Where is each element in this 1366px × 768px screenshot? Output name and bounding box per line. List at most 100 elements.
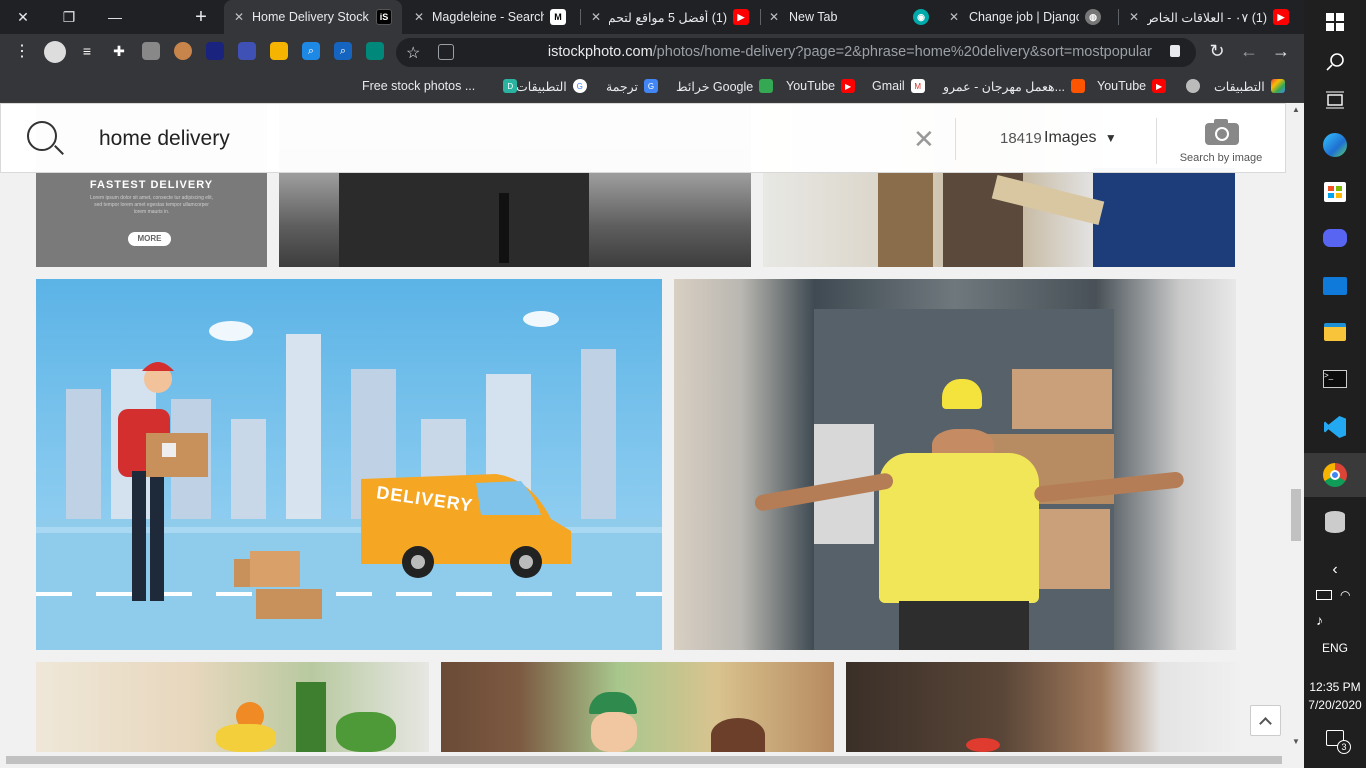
cookie-icon[interactable] — [174, 42, 192, 60]
taskbar-store[interactable] — [1304, 170, 1366, 214]
horizontal-scroll-thumb[interactable] — [6, 756, 1282, 764]
extension-icon[interactable] — [142, 42, 160, 60]
reload-icon[interactable]: ↻ — [1208, 41, 1226, 61]
vertical-scrollbar[interactable]: ▲ ▼ — [1288, 103, 1304, 752]
show-hidden-icons-button[interactable]: ‹ — [1304, 550, 1366, 590]
scroll-up-arrow-icon[interactable]: ▲ — [1292, 105, 1300, 114]
bookmark-apps[interactable]: التطبيقات — [1214, 76, 1285, 96]
close-tab-icon[interactable]: ✕ — [765, 10, 783, 24]
tab-home-delivery[interactable]: ✕ Home Delivery Stock iS — [224, 0, 402, 34]
terminal-icon: >_ — [1323, 370, 1347, 388]
tab-magdeleine[interactable]: ✕ Magdeleine - Search M — [402, 0, 578, 34]
image-result-delivery-illustration[interactable]: DELIVERY — [36, 279, 662, 650]
close-window-button[interactable]: ✕ — [0, 0, 46, 34]
search-input[interactable] — [97, 124, 797, 154]
taskbar-mail[interactable] — [1304, 264, 1366, 308]
translate-icon: G — [644, 79, 659, 93]
tab-label: Magdeleine - Search — [432, 10, 544, 24]
task-view-button[interactable] — [1304, 78, 1366, 122]
media-control-icon[interactable]: ≡ — [78, 42, 96, 60]
volume-icon[interactable]: ♪ — [1316, 612, 1323, 628]
horizontal-scrollbar[interactable] — [0, 752, 1304, 768]
forward-arrow-icon[interactable]: → — [1272, 41, 1290, 61]
tab-youtube-1[interactable]: ✕ (1) أفضل 5 مواقع لتحم ▶ — [581, 0, 759, 34]
back-arrow-icon[interactable]: ← — [1240, 41, 1258, 61]
close-tab-icon[interactable]: ✕ — [587, 10, 605, 24]
close-tab-icon[interactable]: ✕ — [230, 10, 248, 24]
tab-django[interactable]: ✕ Change job | Django ◍ — [939, 0, 1117, 34]
minimize-window-button[interactable]: — — [92, 0, 138, 34]
bookmark-free-stock[interactable]: Free stock photos ... D — [362, 76, 518, 96]
image-result-van-courier[interactable] — [674, 279, 1236, 650]
tab-search-icon[interactable] — [438, 44, 454, 60]
taskbar-chrome[interactable] — [1304, 453, 1366, 497]
search-extension-icon[interactable]: ⌕ — [334, 42, 352, 60]
taskbar-vscode[interactable] — [1304, 405, 1366, 449]
bookmark-star-icon[interactable]: ☆ — [406, 43, 420, 63]
extension-icon[interactable] — [270, 42, 288, 60]
extension-icon[interactable] — [206, 42, 224, 60]
image-result-courier-vegetables[interactable] — [846, 662, 1239, 752]
tab-label: Home Delivery Stock — [252, 10, 369, 24]
extension-icon[interactable] — [366, 42, 384, 60]
clock-date[interactable]: 7/20/2020 — [1304, 698, 1366, 712]
bookmark-globe[interactable] — [1180, 76, 1200, 96]
lock-icon[interactable] — [1170, 45, 1180, 57]
clock-time[interactable]: 12:35 PM — [1304, 680, 1366, 694]
extension-icon[interactable] — [238, 42, 256, 60]
battery-icon[interactable] — [1316, 590, 1332, 600]
search-icon — [1326, 53, 1344, 71]
profile-avatar[interactable] — [44, 41, 66, 63]
gmail-icon: M — [910, 79, 925, 93]
bookmark-soundcloud[interactable]: هعمل مهرجان - عمرو... — [943, 76, 1086, 96]
new-tab-button[interactable]: + — [178, 0, 224, 34]
soundcloud-icon — [1071, 79, 1086, 93]
youtube-icon: ▶ — [733, 9, 749, 25]
tab-youtube-2[interactable]: ✕ (1) ٠٧ - العلاقات الخاص ▶ — [1119, 0, 1297, 34]
vscode-icon — [1324, 416, 1346, 438]
taskbar-terminal[interactable]: >_ — [1304, 357, 1366, 401]
address-bar[interactable]: ☆ istockphoto.com/photos/home-delivery?p… — [396, 38, 1196, 67]
taskbar-database[interactable] — [1304, 500, 1366, 544]
promo-title: FASTEST DELIVERY — [89, 179, 214, 191]
start-button[interactable] — [1304, 0, 1366, 44]
url-text[interactable]: istockphoto.com/photos/home-delivery?pag… — [548, 44, 1152, 60]
image-result-grocery-bag[interactable] — [36, 662, 429, 752]
globe-icon — [1186, 79, 1200, 93]
bookmark-youtube-2[interactable]: YouTube ▶ — [1097, 76, 1167, 96]
close-tab-icon[interactable]: ✕ — [410, 10, 428, 24]
taskbar-file-explorer[interactable] — [1304, 310, 1366, 354]
search-extension-icon[interactable]: ⌕ — [302, 42, 320, 60]
close-tab-icon[interactable]: ✕ — [945, 10, 963, 24]
taskbar-discord[interactable] — [1304, 216, 1366, 260]
close-tab-icon[interactable]: ✕ — [1125, 10, 1143, 24]
search-by-image-label: Search by image — [1179, 152, 1263, 164]
vertical-scroll-thumb[interactable] — [1291, 489, 1301, 541]
bookmark-maps[interactable]: خرائط Google — [676, 76, 774, 96]
restore-window-button[interactable]: ❐ — [46, 0, 92, 34]
search-by-image-button[interactable]: Search by image — [1169, 119, 1273, 169]
tab-new-tab[interactable]: ✕ New Tab ◉ — [761, 0, 939, 34]
bookmark-translate[interactable]: ترجمة G — [606, 76, 659, 96]
bookmark-youtube-1[interactable]: YouTube ▶ — [786, 76, 856, 96]
menu-kebab-icon[interactable]: ⋮ — [13, 42, 31, 60]
database-icon — [1325, 511, 1345, 533]
scroll-to-top-button[interactable] — [1250, 705, 1281, 736]
more-button[interactable]: MORE — [128, 232, 171, 246]
youtube-icon: ▶ — [1152, 79, 1167, 93]
language-indicator[interactable]: ENG — [1304, 641, 1366, 655]
clear-search-icon[interactable]: ✕ — [913, 126, 935, 152]
extensions-puzzle-icon[interactable]: ✚ — [110, 42, 128, 60]
promo-body: Lorem ipsum dolor sit amet, consecte tur… — [89, 195, 214, 215]
scroll-down-arrow-icon[interactable]: ▼ — [1292, 737, 1300, 746]
taskbar-edge[interactable] — [1304, 123, 1366, 167]
wifi-icon[interactable]: ◠ — [1340, 588, 1350, 602]
plus-icon: + — [195, 5, 207, 28]
media-type-dropdown[interactable]: Images ▼ — [1044, 129, 1117, 147]
youtube-icon: ▶ — [1273, 9, 1289, 25]
image-result-courier-door[interactable] — [441, 662, 834, 752]
bookmarks-bar: التطبيقات YouTube ▶ هعمل مهرجان - عمرو...… — [0, 70, 1304, 103]
bookmark-gmail[interactable]: Gmail M — [872, 76, 925, 96]
bookmark-google-apps[interactable]: التطبيقات G — [516, 76, 587, 96]
search-icon[interactable] — [27, 121, 64, 155]
